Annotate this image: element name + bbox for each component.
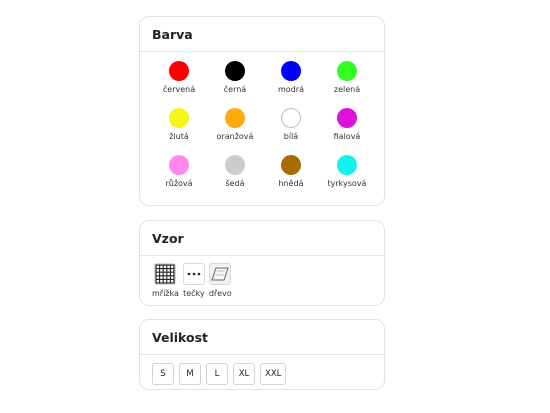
size-button-xxl[interactable]: XXL: [260, 363, 287, 385]
pattern-option-grid[interactable]: mřížka: [152, 263, 179, 298]
color-option-red[interactable]: červená: [151, 61, 207, 108]
color-option-orange[interactable]: oranžová: [207, 108, 263, 155]
color-option-brown[interactable]: hnědá: [263, 155, 319, 202]
color-label: žlutá: [169, 132, 189, 141]
pattern-option-wood[interactable]: dřevo: [209, 263, 232, 298]
size-button-xl[interactable]: XL: [233, 363, 255, 385]
pattern-button[interactable]: [154, 263, 177, 285]
color-swatch[interactable]: [225, 61, 245, 81]
pattern-label: mřížka: [152, 289, 179, 298]
pattern-button[interactable]: [209, 263, 232, 285]
color-label: růžová: [165, 179, 193, 188]
color-option-yellow[interactable]: žlutá: [151, 108, 207, 155]
color-swatch[interactable]: [281, 61, 301, 81]
color-label: černá: [223, 85, 247, 94]
color-swatch[interactable]: [281, 108, 301, 128]
color-label: bílá: [283, 132, 299, 141]
pattern-button[interactable]: [182, 263, 205, 285]
size-button-m[interactable]: M: [179, 363, 201, 385]
color-label: fialová: [333, 132, 361, 141]
color-swatch[interactable]: [225, 155, 245, 175]
color-swatch[interactable]: [169, 108, 189, 128]
wood-icon: [211, 267, 229, 281]
color-swatch[interactable]: [225, 108, 245, 128]
color-label: šedá: [225, 179, 245, 188]
color-option-green[interactable]: zelená: [319, 61, 375, 108]
pattern-label: tečky: [183, 289, 205, 298]
size-filter-card: Velikost S M L XL XXL: [139, 319, 385, 390]
size-options: S M L XL XXL: [152, 363, 287, 385]
color-swatch-grid: červená černá modrá zelená žlutá oranžov…: [140, 61, 386, 202]
color-option-white[interactable]: bílá: [263, 108, 319, 155]
pattern-filter-card: Vzor mřížka tečky dřevo: [139, 220, 385, 306]
color-option-black[interactable]: černá: [207, 61, 263, 108]
color-filter-title: Barva: [140, 17, 384, 52]
color-label: zelená: [333, 85, 361, 94]
grid-icon: [155, 264, 176, 284]
color-option-turquoise[interactable]: tyrkysová: [319, 155, 375, 202]
pattern-option-dots[interactable]: tečky: [182, 263, 205, 298]
pattern-filter-title: Vzor: [140, 221, 384, 256]
pattern-label: dřevo: [208, 289, 232, 298]
color-swatch[interactable]: [337, 108, 357, 128]
color-label: tyrkysová: [327, 179, 367, 188]
color-label: hnědá: [278, 179, 304, 188]
color-label: červená: [162, 85, 196, 94]
size-filter-title: Velikost: [140, 320, 384, 355]
dots-icon: [187, 272, 201, 276]
color-label: modrá: [278, 85, 304, 94]
color-option-purple[interactable]: fialová: [319, 108, 375, 155]
color-label: oranžová: [216, 132, 254, 141]
color-swatch[interactable]: [337, 61, 357, 81]
color-swatch[interactable]: [169, 155, 189, 175]
size-button-l[interactable]: L: [206, 363, 228, 385]
color-option-gray[interactable]: šedá: [207, 155, 263, 202]
color-option-pink[interactable]: růžová: [151, 155, 207, 202]
color-swatch[interactable]: [337, 155, 357, 175]
pattern-options: mřížka tečky dřevo: [152, 263, 232, 298]
color-swatch[interactable]: [281, 155, 301, 175]
color-option-blue[interactable]: modrá: [263, 61, 319, 108]
size-button-s[interactable]: S: [152, 363, 174, 385]
color-swatch[interactable]: [169, 61, 189, 81]
color-filter-card: Barva červená černá modrá zelená žlutá o…: [139, 16, 385, 206]
